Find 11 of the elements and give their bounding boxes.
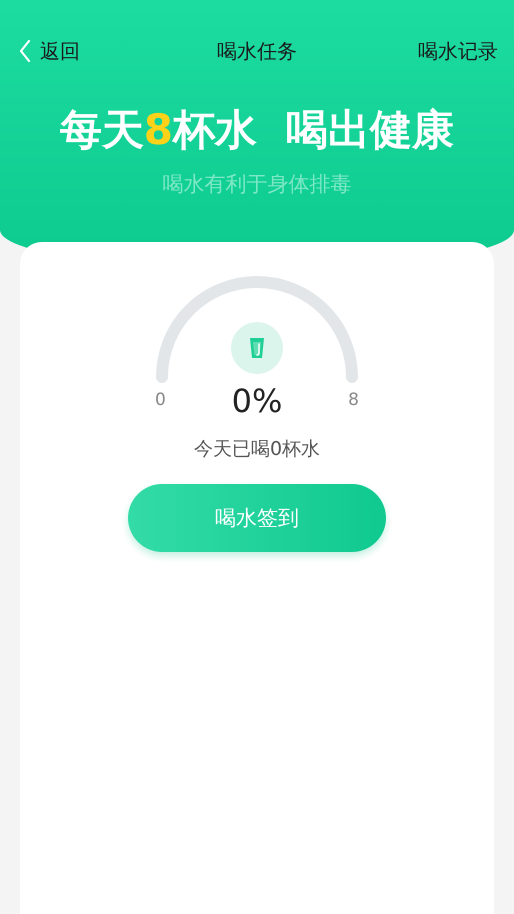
page-title: 喝水任务 <box>217 38 297 64</box>
subtitle: 喝水有利于身体排毒 <box>162 171 352 198</box>
gauge-max-label: 8 <box>348 390 359 410</box>
cups-today: 今天已喝0杯水 <box>194 437 320 462</box>
back-icon <box>18 39 32 63</box>
headline: 每天8杯水 喝出健康 <box>58 104 456 156</box>
cup-icon <box>231 322 283 374</box>
gauge-min-label: 0 <box>155 390 166 410</box>
records-link[interactable]: 喝水记录 <box>418 38 498 64</box>
back-button[interactable]: 返回 <box>18 38 80 64</box>
percent-value: 0% <box>232 382 282 420</box>
